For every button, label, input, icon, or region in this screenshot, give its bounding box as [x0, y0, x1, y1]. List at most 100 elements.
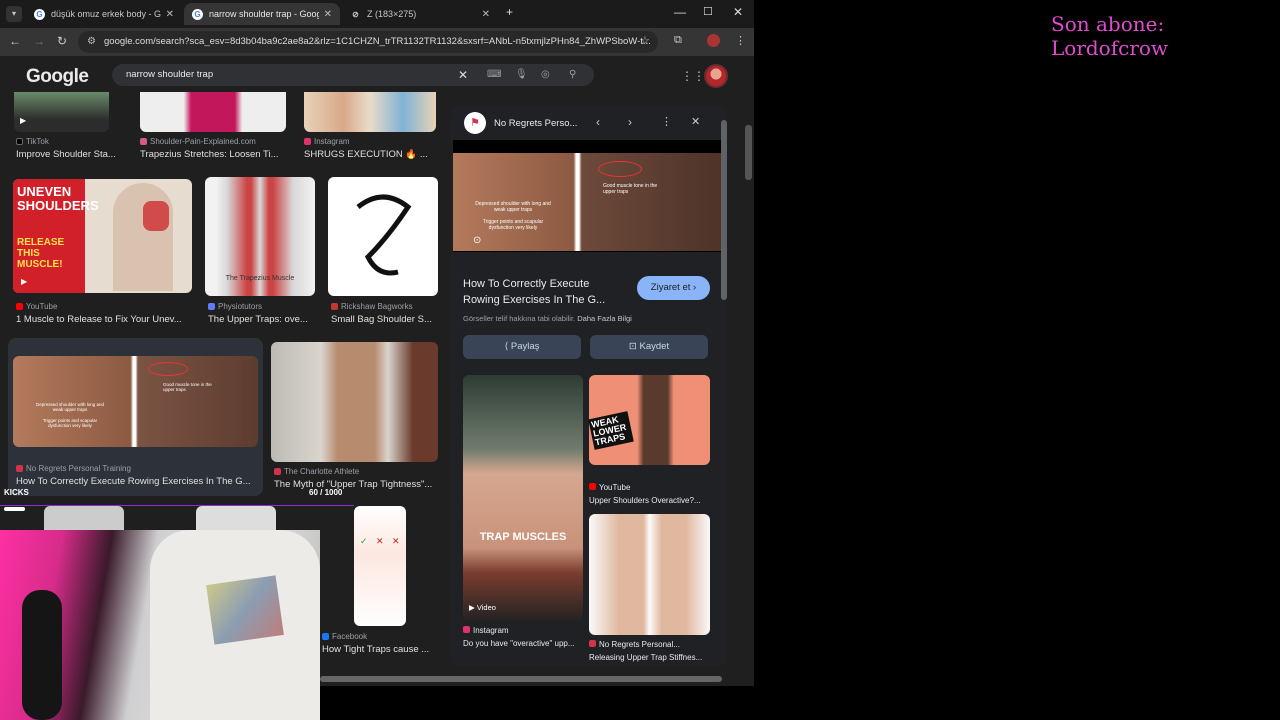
- result-thumbnail[interactable]: ▶: [14, 92, 109, 132]
- result-title[interactable]: The Upper Traps: ove...: [208, 314, 318, 325]
- tab-strip: ▾ G düşük omuz erkek body - Goog ✕ G nar…: [0, 0, 754, 28]
- maximize-icon[interactable]: ☐: [703, 5, 713, 18]
- youtube-icon: [16, 303, 23, 310]
- more-options-icon[interactable]: ⋮: [661, 115, 672, 128]
- result-title[interactable]: Improve Shoulder Sta...: [16, 149, 126, 160]
- site-info-icon[interactable]: ⚙: [87, 31, 96, 53]
- menu-dots-icon[interactable]: ⋮: [735, 34, 746, 47]
- thumb-subheading: RELEASE THIS MUSCLE!: [17, 237, 65, 270]
- search-query: narrow shoulder trap: [126, 69, 214, 80]
- result-title[interactable]: SHRUGS EXECUTION 🔥 ...: [304, 149, 434, 160]
- close-icon[interactable]: ✕: [482, 9, 490, 20]
- result-title[interactable]: How To Correctly Execute Rowing Exercise…: [16, 476, 261, 487]
- google-logo[interactable]: Google: [26, 66, 89, 88]
- page-scrollbar[interactable]: [745, 125, 752, 180]
- result-source: TikTok: [16, 137, 49, 146]
- microphone-icon[interactable]: 🎙: [515, 64, 528, 86]
- new-tab-button[interactable]: +: [506, 5, 513, 19]
- search-input[interactable]: narrow shoulder trap ✕ ⌨ 🎙 ◎ ⚲: [112, 64, 594, 86]
- youtube-icon: [589, 483, 596, 490]
- related-title[interactable]: Upper Shoulders Overactive?...: [589, 496, 710, 505]
- tab-narrow-shoulder-trap[interactable]: G narrow shoulder trap - Google ✕: [184, 3, 340, 25]
- panel-title[interactable]: How To Correctly Execute Rowing Exercise…: [463, 276, 628, 308]
- microphone-image: [22, 590, 62, 720]
- window-close-icon[interactable]: ✕: [733, 5, 743, 19]
- google-favicon-icon: G: [34, 8, 45, 20]
- forward-arrow-icon[interactable]: →: [33, 34, 45, 48]
- result-thumbnail[interactable]: [140, 92, 286, 132]
- panel-source[interactable]: No Regrets Perso...: [494, 118, 577, 129]
- search-icon[interactable]: ⚲: [569, 64, 576, 86]
- preview-image-frame[interactable]: Depressed shoulder with long and weak up…: [453, 140, 727, 252]
- result-title[interactable]: How Tight Traps cause ...: [322, 644, 437, 655]
- avatar[interactable]: [704, 64, 728, 88]
- google-header: Google narrow shoulder trap ✕ ⌨ 🎙 ◎ ⚲ ⋮⋮…: [0, 56, 745, 92]
- result-thumbnail[interactable]: [328, 177, 438, 296]
- kicks-goal: KICKS 60 / 1000: [4, 488, 364, 500]
- related-thumbnail[interactable]: [589, 514, 710, 635]
- share-icon: ⟨: [504, 341, 509, 352]
- google-favicon-icon: G: [192, 8, 203, 20]
- more-info-link[interactable]: Daha Fazla Bilgi: [577, 314, 632, 323]
- related-title[interactable]: Releasing Upper Trap Stiffnes...: [589, 653, 710, 662]
- result-thumbnail[interactable]: UNEVEN SHOULDERS RELEASE THIS MUSCLE! ▶: [13, 179, 192, 293]
- result-source: YouTube: [16, 302, 57, 311]
- close-panel-icon[interactable]: ✕: [691, 115, 700, 128]
- next-icon[interactable]: ›: [628, 115, 632, 129]
- facebook-icon: [322, 633, 329, 640]
- extensions-icon[interactable]: ⧉: [674, 34, 682, 47]
- panel-scrollbar[interactable]: [721, 120, 727, 300]
- result-title[interactable]: Small Bag Shoulder S...: [331, 314, 441, 325]
- keyboard-icon[interactable]: ⌨: [487, 64, 501, 86]
- result-source: Rickshaw Bagworks: [331, 302, 413, 311]
- visit-button[interactable]: Ziyaret et ›: [637, 276, 710, 300]
- result-title[interactable]: Trapezius Stretches: Loosen Ti...: [140, 149, 286, 160]
- site-favicon-icon: [331, 303, 338, 310]
- reload-icon[interactable]: ↻: [57, 34, 67, 48]
- tab-dusuk-omuz[interactable]: G düşük omuz erkek body - Goog ✕: [26, 3, 182, 25]
- related-title[interactable]: Do you have "overactive" upp...: [463, 639, 583, 648]
- lens-icon[interactable]: ◎: [541, 64, 550, 86]
- minimize-icon[interactable]: —: [674, 5, 686, 19]
- lens-search-icon[interactable]: ⊙: [473, 235, 481, 246]
- related-thumbnail[interactable]: TRAP MUSCLES ▶ Video: [463, 375, 583, 622]
- clear-icon[interactable]: ✕: [458, 64, 468, 86]
- site-favicon-icon: [140, 138, 147, 145]
- result-thumbnail[interactable]: ✓ ✕ ✕: [354, 506, 406, 626]
- previous-icon[interactable]: ‹: [596, 115, 600, 129]
- related-overlay-text: WEAK LOWER TRAPS: [588, 411, 634, 450]
- tab-search-button[interactable]: ▾: [6, 6, 22, 22]
- result-card-selected[interactable]: Depressed shoulder with long and weak up…: [8, 338, 263, 496]
- related-thumbnail[interactable]: WEAK LOWER TRAPS: [588, 375, 710, 465]
- goal-value: 60 / 1000: [309, 488, 343, 497]
- horizontal-scrollbar[interactable]: [320, 676, 722, 682]
- result-thumbnail[interactable]: [271, 342, 438, 462]
- share-button[interactable]: ⟨ Paylaş: [463, 335, 581, 359]
- thumb-caption: Good muscle tone in the upper traps: [163, 382, 212, 392]
- streamer-shirt: [150, 530, 320, 720]
- globe-icon: ⊘: [352, 9, 359, 19]
- result-title[interactable]: 1 Muscle to Release to Fix Your Unev...: [16, 314, 196, 325]
- copyright-notice: Görseller telif hakkına tabi olabilir. D…: [463, 314, 632, 323]
- close-icon[interactable]: ✕: [324, 9, 332, 20]
- bookmark-icon: ⊡: [628, 341, 637, 352]
- result-thumbnail[interactable]: Depressed shoulder with long and weak up…: [13, 356, 258, 447]
- profile-avatar-icon[interactable]: [707, 34, 720, 47]
- result-thumbnail[interactable]: [304, 92, 436, 132]
- result-source: Facebook: [322, 632, 367, 641]
- preview-image[interactable]: Depressed shoulder with long and weak up…: [453, 153, 721, 251]
- bookmark-star-icon[interactable]: ☆: [640, 34, 650, 47]
- tab-image[interactable]: ⊘ Z (183×275) ✕: [342, 3, 498, 25]
- result-source: Physiotutors: [208, 302, 262, 311]
- goal-progress-bar: [0, 505, 354, 511]
- site-favicon-icon: [274, 468, 281, 475]
- thumb-caption: The Trapezius Muscle: [225, 275, 295, 282]
- thumb-heading: UNEVEN SHOULDERS: [17, 184, 99, 213]
- close-icon[interactable]: ✕: [166, 9, 174, 20]
- result-thumbnail[interactable]: The Trapezius Muscle: [205, 177, 315, 296]
- image-preview-panel: ⚑ No Regrets Perso... ‹ › ⋮ ✕ Depressed …: [451, 106, 727, 666]
- back-arrow-icon[interactable]: ←: [9, 34, 21, 48]
- instagram-icon: [463, 626, 470, 633]
- address-bar[interactable]: ⚙ google.com/search?sca_esv=8d3b04ba9c2a…: [78, 31, 658, 53]
- save-button[interactable]: ⊡ Kaydet: [590, 335, 708, 359]
